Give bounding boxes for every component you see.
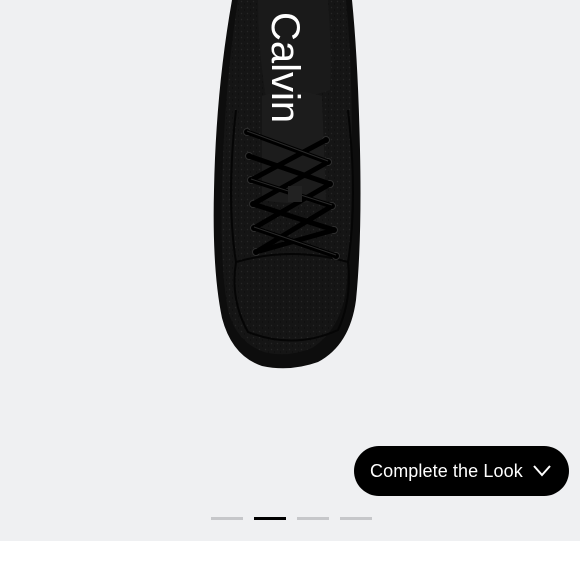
carousel-dot-2-active[interactable] — [254, 517, 286, 520]
carousel-dot-4[interactable] — [340, 517, 372, 520]
carousel-dot-3[interactable] — [297, 517, 329, 520]
complete-the-look-label: Complete the Look — [370, 460, 523, 481]
carousel-pagination — [211, 517, 372, 521]
page-footer-area — [0, 541, 580, 580]
brand-text: Calvin — [263, 12, 307, 123]
complete-the-look-button[interactable]: Complete the Look — [354, 446, 569, 496]
chevron-down-icon — [533, 465, 551, 477]
carousel-dot-1[interactable] — [211, 517, 243, 520]
product-gallery[interactable]: Calvin Complete the Look — [0, 0, 580, 541]
